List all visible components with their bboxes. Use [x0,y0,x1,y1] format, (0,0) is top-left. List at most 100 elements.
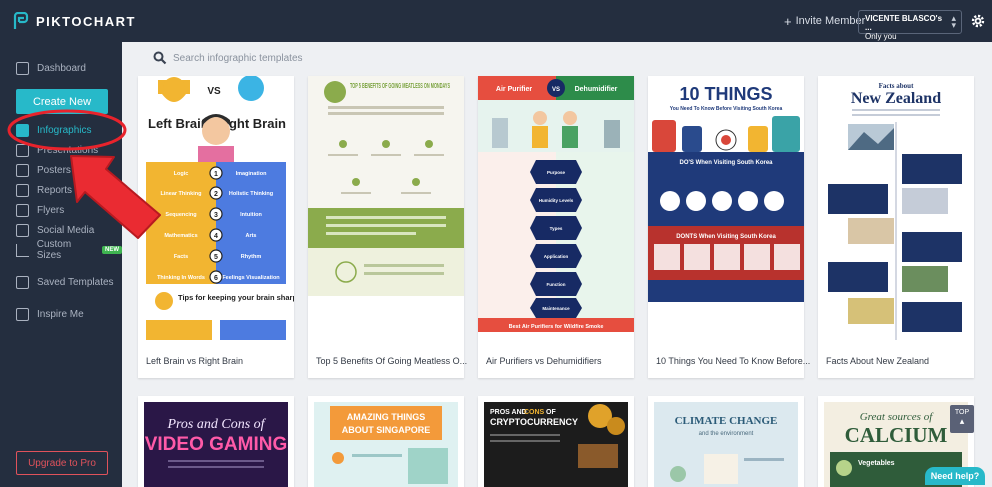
search-input[interactable] [173,52,473,64]
svg-text:CONS: CONS [524,409,545,416]
sidebar-item-inspire-me[interactable]: Inspire Me [16,306,84,322]
template-thumbnail: Facts about New Zealand [818,76,974,342]
template-card[interactable]: AMAZING THINGS ABOUT SINGAPORE [308,396,464,487]
thumb-heading: TOP 5 BENEFITS OF GOING MEATLESS ON MOND… [350,83,450,90]
svg-text:and the environment: and the environment [699,431,754,437]
custom-size-icon [16,243,29,257]
svg-text:DO'S When Visiting South Korea: DO'S When Visiting South Korea [680,160,774,166]
sidebar: Dashboard Create New Infographics Presen… [0,42,122,487]
svg-text:DONTS When Visiting South Kore: DONTS When Visiting South Korea [676,234,776,240]
template-card[interactable]: VS Left Brain Right Brain Logic Linear T… [138,76,294,378]
user-scope: Only you [865,32,897,41]
template-thumbnail: PROS AND CONS OF CRYPTOCURRENCY [484,402,628,487]
invite-member-button[interactable]: + Invite Member [784,0,865,42]
sidebar-item-label: Posters [37,164,71,176]
account-switcher[interactable]: VICENTE BLASCO's ... Only you ▴ ▾ [858,10,962,41]
svg-text:VIDEO GAMING: VIDEO GAMING [145,434,288,455]
svg-text:Arts: Arts [245,233,256,239]
svg-text:Great sources of: Great sources of [860,411,934,423]
template-card[interactable]: 10 THINGS You Need To Know Before Visiti… [648,76,810,378]
svg-text:Mathematics: Mathematics [164,233,197,239]
svg-text:Rhythm: Rhythm [241,254,262,260]
inspire-me-icon [16,307,29,321]
svg-text:You Need To Know Before Visiti: You Need To Know Before Visiting South K… [670,106,783,112]
template-card[interactable]: TOP 5 BENEFITS OF GOING MEATLESS ON MOND… [308,76,467,378]
svg-text:Maintenance: Maintenance [542,306,570,311]
create-new-button[interactable]: Create New [16,89,108,114]
poster-icon [16,163,29,177]
svg-text:Purpose: Purpose [547,170,566,175]
template-thumbnail: 10 THINGS You Need To Know Before Visiti… [648,76,804,302]
template-card[interactable]: VS Air Purifier Dehumidifier Purpose Hum… [478,76,634,378]
svg-text:PROS AND: PROS AND [490,409,527,416]
social-media-icon [16,223,29,237]
svg-text:New Zealand: New Zealand [851,90,941,107]
svg-text:Sequencing: Sequencing [165,212,196,218]
plus-icon: + [784,13,792,29]
template-title[interactable]: Top 5 Benefits Of Going Meatless O... [316,356,467,366]
sidebar-item-label: Inspire Me [37,308,84,320]
sidebar-item-reports[interactable]: Reports [16,182,72,198]
svg-text:Facts: Facts [174,254,188,260]
template-title[interactable]: 10 Things You Need To Know Before... [656,356,810,366]
top-bar: PIKTOCHART + Invite Member VICENTE BLASC… [0,0,992,42]
template-card[interactable]: Facts about New Zealand Facts About New … [818,76,974,378]
template-thumbnail: AMAZING THINGS ABOUT SINGAPORE [314,402,458,487]
sidebar-item-infographics[interactable]: Infographics [16,122,91,138]
user-name: VICENTE BLASCO's ... [865,14,943,32]
sidebar-item-label: Flyers [37,204,65,216]
sidebar-item-label: Reports [37,184,73,196]
svg-text:1: 1 [214,171,218,178]
template-card[interactable]: PROS AND CONS OF CRYPTOCURRENCY [478,396,634,487]
upgrade-to-pro-button[interactable]: Upgrade to Pro [16,451,108,475]
svg-text:CLIMATE CHANGE: CLIMATE CHANGE [675,415,778,427]
gear-icon[interactable] [970,13,986,29]
svg-text:Pros and Cons of: Pros and Cons of [166,417,266,432]
svg-text:Facts about: Facts about [879,82,914,90]
svg-text:Linear Thinking: Linear Thinking [161,191,202,197]
piktochart-logo-icon [13,12,29,29]
invite-label: Invite Member [795,15,866,27]
template-title[interactable]: Facts About New Zealand [826,356,929,366]
template-thumbnail: VS Left Brain Right Brain Logic Linear T… [138,76,294,342]
template-search [122,42,992,74]
svg-text:AMAZING THINGS: AMAZING THINGS [347,412,426,422]
saved-templates-icon [16,275,29,289]
new-badge: NEW [102,246,122,254]
chevron-up-icon: ▴ [959,416,965,426]
svg-text:VS: VS [552,87,560,93]
svg-text:Imagination: Imagination [236,171,268,177]
svg-text:OF: OF [546,409,556,416]
scroll-to-top-button[interactable]: TOP ▴ [950,405,974,433]
thumb-left: Left Brain [148,116,209,131]
svg-text:Feelings Visualization: Feelings Visualization [222,275,280,281]
sidebar-item-label: Custom Sizes [36,239,72,261]
svg-text:Humidity Levels: Humidity Levels [539,198,574,203]
svg-text:3: 3 [214,212,218,219]
infographic-icon [16,123,29,137]
svg-text:10 THINGS: 10 THINGS [679,84,772,104]
template-card[interactable]: Pros and Cons of VIDEO GAMING [138,396,294,487]
sidebar-item-posters[interactable]: Posters [16,162,71,178]
sidebar-item-flyers[interactable]: Flyers [16,202,64,218]
template-title[interactable]: Air Purifiers vs Dehumidifiers [486,356,602,366]
svg-text:Intuition: Intuition [240,212,262,218]
sidebar-item-presentations[interactable]: Presentations [16,142,98,158]
report-icon [16,183,29,197]
sidebar-item-saved-templates[interactable]: Saved Templates [16,274,114,290]
template-card[interactable]: CLIMATE CHANGE and the environment [648,396,804,487]
svg-text:Dehumidifier: Dehumidifier [575,86,618,93]
brand-logo[interactable]: PIKTOCHART [12,12,136,30]
sidebar-item-social-media[interactable]: Social Media [16,222,94,238]
svg-text:Thinking In Words: Thinking In Words [157,275,205,281]
need-help-button[interactable]: Need help? [925,467,985,485]
template-title[interactable]: Left Brain vs Right Brain [146,356,243,366]
presentation-icon [16,143,29,157]
app-window: PIKTOCHART + Invite Member VICENTE BLASC… [0,0,992,487]
chevron-updown-icon: ▴ ▾ [951,13,956,30]
svg-text:6: 6 [214,275,218,282]
sidebar-item-custom-sizes[interactable]: Custom Sizes NEW [16,239,122,261]
sidebar-item-label: Saved Templates [37,276,114,288]
sidebar-item-dashboard[interactable]: Dashboard [16,60,86,76]
svg-text:CRYPTOCURRENCY: CRYPTOCURRENCY [490,417,578,427]
